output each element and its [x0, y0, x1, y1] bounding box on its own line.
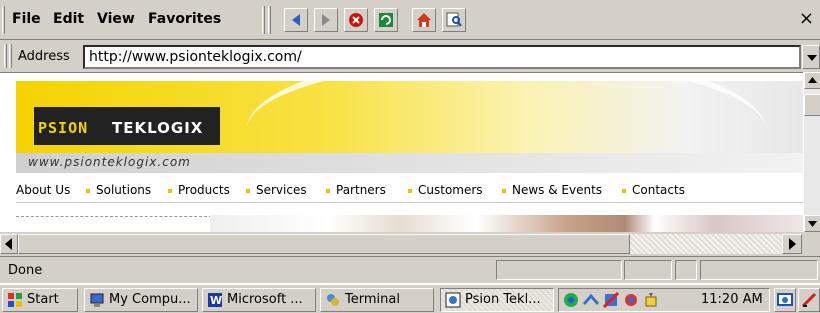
word-icon: W	[208, 293, 222, 307]
photo-strip	[210, 215, 803, 232]
taskbar-item-microsoft-word[interactable]: W Microsoft ...	[202, 288, 316, 312]
taskbar-item-label: Microsoft ...	[227, 292, 303, 307]
arrow-up-icon	[808, 77, 817, 83]
nav-customers[interactable]: Customers	[408, 183, 483, 197]
svg-text:W: W	[210, 294, 222, 307]
site-url-strip: www.psionteklogix.com	[16, 153, 803, 173]
taskbar-item-label: My Compu...	[109, 292, 191, 307]
back-icon	[292, 14, 300, 26]
input-panel-button[interactable]	[798, 288, 820, 312]
search-icon	[446, 12, 462, 27]
site-nav: About Us Solutions Products Services Par…	[16, 179, 803, 203]
internet-explorer-icon	[445, 292, 461, 308]
scroll-corner	[802, 234, 820, 254]
refresh-icon	[379, 13, 393, 27]
back-button[interactable]	[284, 8, 308, 32]
arrow-right-icon	[789, 238, 796, 250]
nav-news-events[interactable]: News & Events	[502, 183, 602, 197]
logo-teklogix: TEKLOGIX	[112, 119, 204, 137]
taskbar: Start My Compu... W Microsoft ... Termin…	[0, 283, 820, 313]
menu-toolbar: File Edit View Favorites ×	[0, 0, 820, 40]
address-bar: Address http://www.psionteklogix.com/	[0, 40, 820, 72]
toolbar-grip[interactable]	[268, 6, 271, 34]
activesync-icon[interactable]	[623, 292, 639, 308]
arrow-left-icon	[5, 238, 12, 250]
vertical-scrollbar[interactable]	[803, 72, 820, 232]
scroll-up-button[interactable]	[804, 72, 820, 89]
show-desktop-icon	[777, 293, 793, 306]
site-banner: PSION TEKLOGIX	[16, 81, 803, 153]
nav-contacts[interactable]: Contacts	[622, 183, 685, 197]
my-computer-icon	[90, 293, 104, 307]
refresh-button[interactable]	[374, 8, 398, 32]
status-bar: Done	[0, 256, 820, 283]
clock[interactable]: 11:20 AM	[701, 292, 763, 307]
connection-icon[interactable]	[583, 292, 599, 308]
sync-disabled-icon[interactable]	[603, 292, 619, 308]
psion-teklogix-logo[interactable]: PSION TEKLOGIX	[34, 107, 220, 145]
menu-view[interactable]: View	[97, 11, 135, 27]
partial-content-box	[16, 216, 212, 232]
taskbar-item-label: Psion Tekl...	[465, 292, 541, 307]
network-icon[interactable]	[563, 292, 579, 308]
home-button[interactable]	[412, 8, 436, 32]
start-label: Start	[27, 292, 59, 307]
terminal-icon	[327, 294, 339, 306]
home-icon	[417, 13, 431, 27]
status-cell	[496, 260, 622, 280]
banner-swoosh	[246, 81, 766, 153]
vertical-scroll-thumb[interactable]	[804, 94, 820, 116]
menu-edit[interactable]: Edit	[53, 11, 84, 27]
battery-icon[interactable]	[643, 292, 659, 308]
scroll-left-button[interactable]	[0, 234, 18, 254]
search-button[interactable]	[442, 8, 466, 32]
address-dropdown-button[interactable]	[802, 45, 820, 69]
address-input[interactable]: http://www.psionteklogix.com/	[83, 45, 801, 69]
horizontal-scrollbar[interactable]	[0, 232, 820, 256]
taskbar-item-label: Terminal	[345, 292, 400, 307]
system-tray: 11:20 AM	[558, 288, 770, 312]
toolbar-grip[interactable]	[2, 6, 5, 34]
stop-button[interactable]	[344, 8, 368, 32]
status-text: Done	[8, 263, 43, 278]
scroll-down-button[interactable]	[804, 215, 820, 232]
horizontal-scroll-thumb[interactable]	[18, 234, 630, 254]
taskbar-item-psion-teklogix[interactable]: Psion Tekl...	[440, 288, 554, 312]
menu-file[interactable]: File	[12, 11, 41, 27]
address-label: Address	[18, 49, 70, 64]
web-content: PSION TEKLOGIX www.psionteklogix.com Abo…	[0, 72, 803, 232]
close-button[interactable]: ×	[799, 8, 814, 29]
toolbar-grip[interactable]	[262, 6, 265, 34]
status-cell	[675, 260, 697, 280]
site-url-text: www.psionteklogix.com	[28, 155, 191, 169]
forward-button[interactable]	[314, 8, 338, 32]
nav-products[interactable]: Products	[168, 183, 230, 197]
status-cell	[624, 260, 672, 280]
menu-favorites[interactable]: Favorites	[148, 11, 221, 27]
start-button[interactable]: Start	[2, 288, 78, 312]
pen-icon	[801, 292, 817, 308]
nav-solutions[interactable]: Solutions	[86, 183, 151, 197]
status-cell	[700, 260, 818, 280]
taskbar-item-my-computer[interactable]: My Compu...	[84, 288, 198, 312]
stop-icon	[349, 13, 363, 27]
forward-icon	[322, 14, 330, 26]
nav-services[interactable]: Services	[246, 183, 307, 197]
scroll-right-button[interactable]	[782, 234, 802, 254]
address-grip[interactable]	[4, 44, 7, 68]
address-grip[interactable]	[9, 44, 12, 68]
arrow-down-icon	[808, 221, 817, 227]
nav-partners[interactable]: Partners	[326, 183, 386, 197]
nav-about-us[interactable]: About Us	[16, 183, 70, 197]
taskbar-item-terminal[interactable]: Terminal	[320, 288, 434, 312]
windows-flag-icon	[8, 293, 22, 307]
desktop-button[interactable]	[774, 288, 796, 312]
logo-psion: PSION	[38, 119, 89, 137]
